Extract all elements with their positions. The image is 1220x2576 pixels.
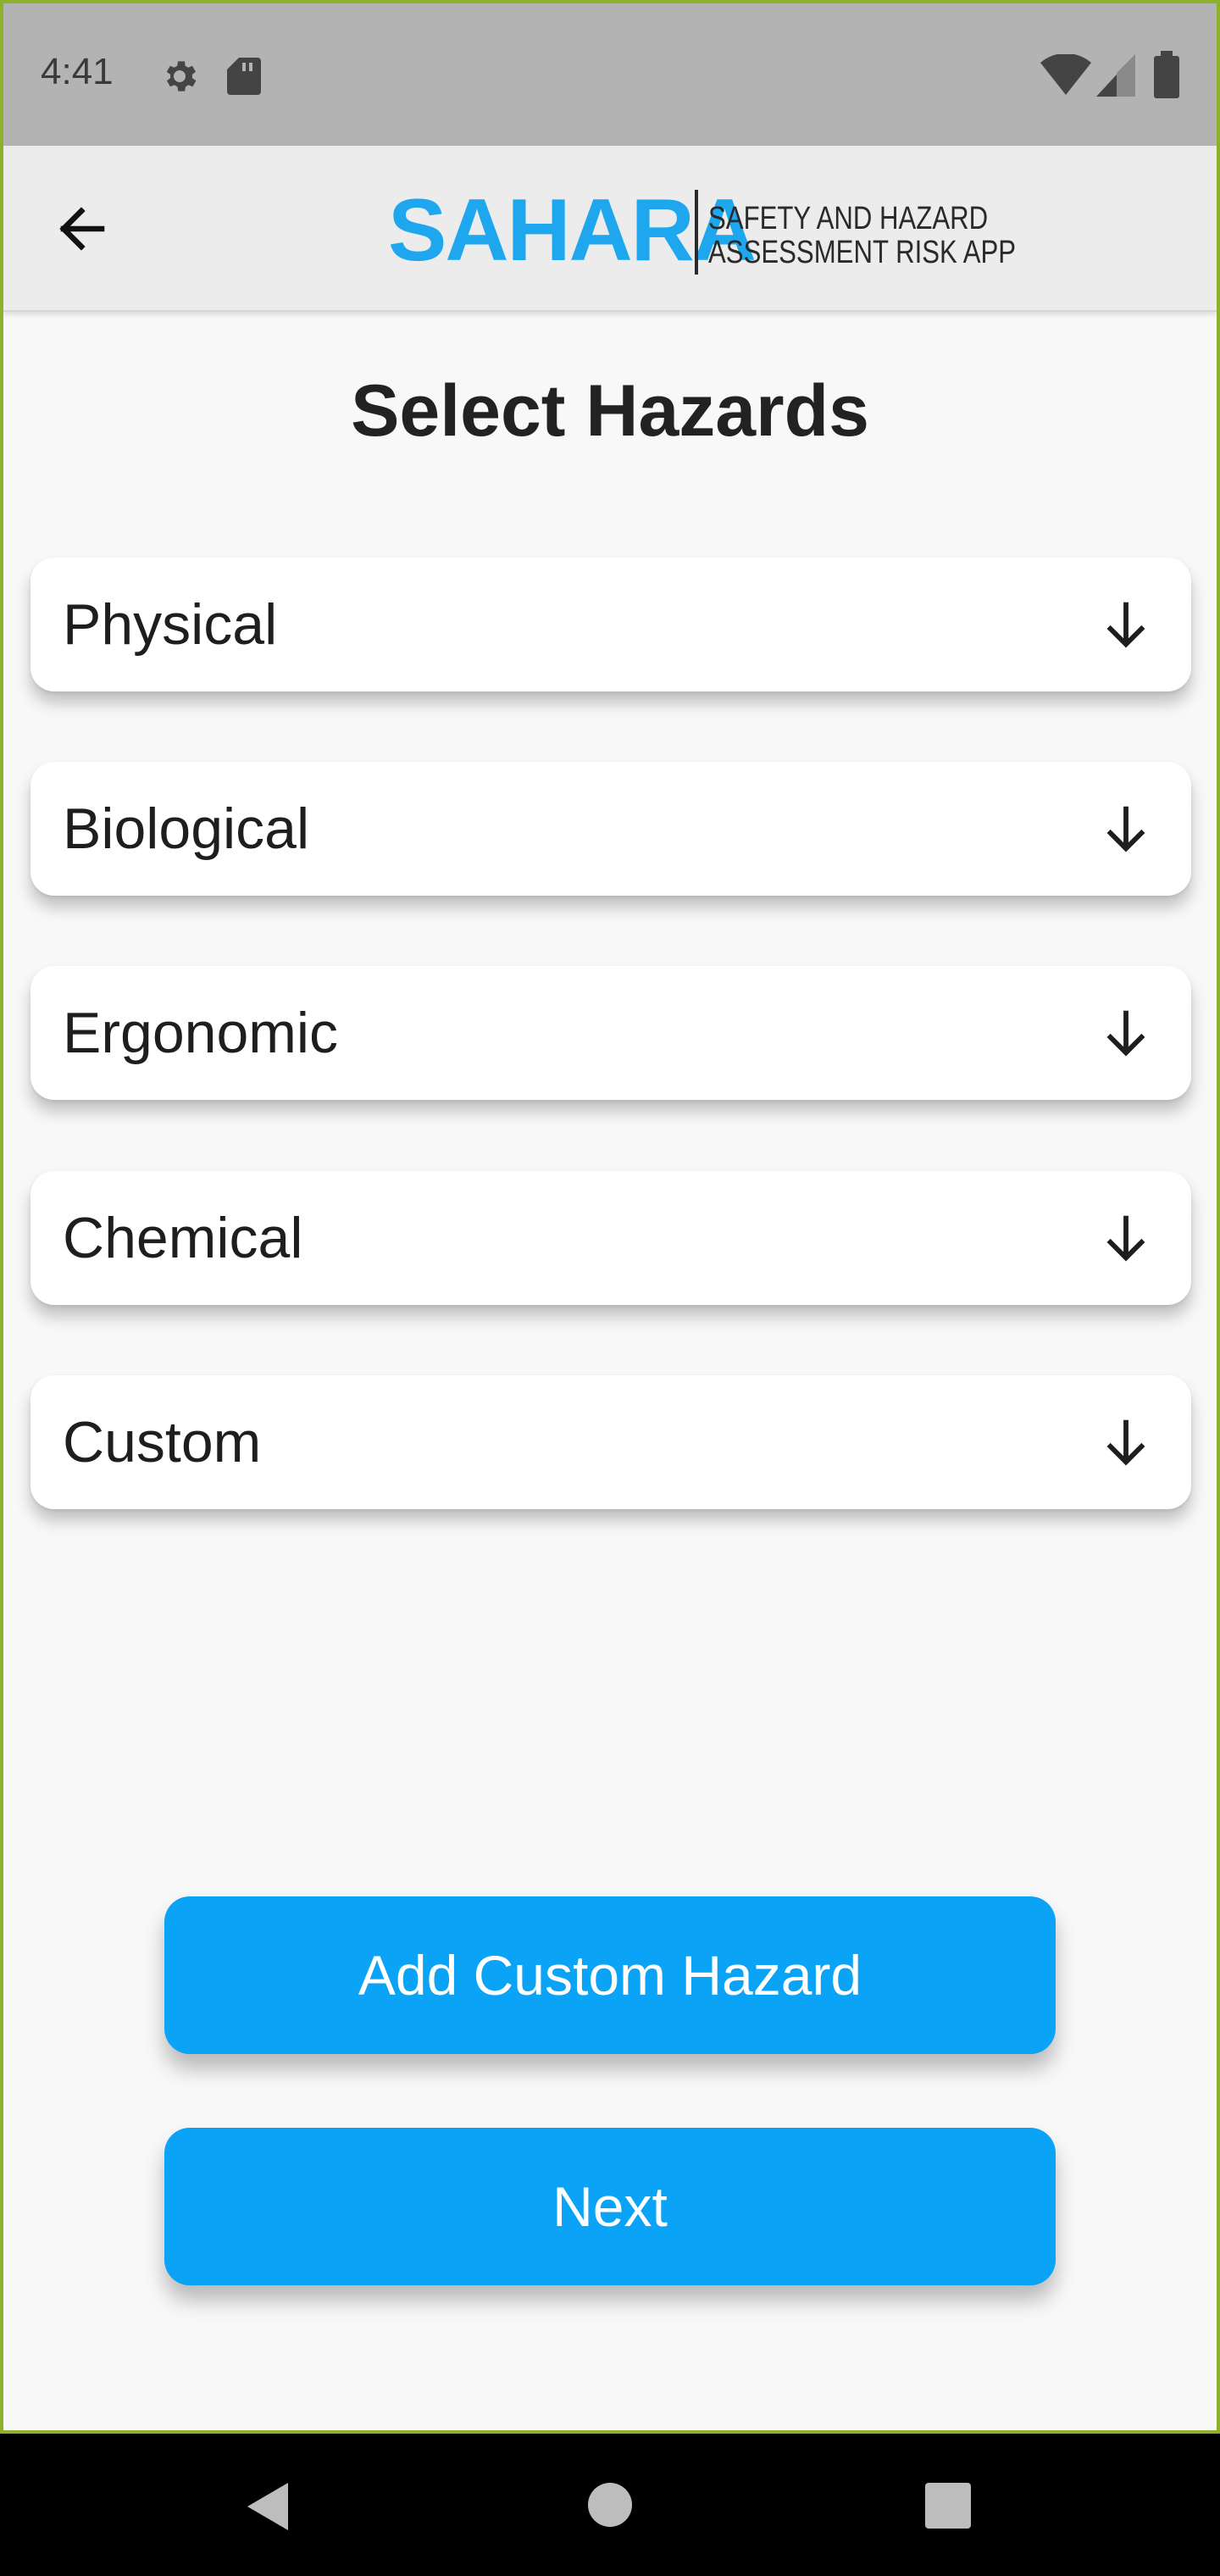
status-time: 4:41 (41, 51, 114, 92)
logo-tagline-line2: ASSESSMENT RISK APP (708, 235, 1017, 270)
category-biological[interactable]: Biological (30, 762, 1191, 896)
arrow-down-icon (1106, 1215, 1145, 1262)
recents-square-icon[interactable] (925, 2483, 971, 2529)
page-title: Select Hazards (351, 370, 869, 452)
signal-icon (1096, 54, 1135, 97)
system-nav-bar (0, 2434, 1220, 2576)
category-label: Chemical (63, 1206, 303, 1270)
arrow-down-icon (1106, 1010, 1145, 1057)
arrow-down-icon (1106, 1419, 1145, 1466)
logo-tagline-line1: SAFETY AND HAZARD (708, 201, 989, 236)
gear-icon (166, 61, 197, 92)
back-triangle-icon[interactable] (244, 2481, 291, 2532)
status-bar: 4:41 (3, 0, 1217, 146)
app-screen: 4:41 SAHARA SAFETY AND HAZARD ASSESSMENT… (3, 0, 1217, 2430)
category-label: Custom (63, 1410, 262, 1474)
arrow-down-icon (1106, 806, 1145, 852)
logo-wordmark: SAHARA (388, 181, 757, 280)
category-label: Physical (63, 592, 278, 657)
next-button[interactable]: Next (164, 2128, 1056, 2285)
logo-tagline: SAFETY AND HAZARD ASSESSMENT RISK APP (708, 202, 1016, 269)
app-header: SAHARA SAFETY AND HAZARD ASSESSMENT RISK… (3, 146, 1217, 312)
category-label: Ergonomic (63, 1001, 339, 1065)
wifi-icon (1040, 54, 1091, 95)
category-chemical[interactable]: Chemical (30, 1171, 1191, 1305)
category-physical[interactable]: Physical (30, 558, 1191, 691)
sd-card-icon (227, 58, 261, 95)
arrow-down-icon (1106, 602, 1145, 648)
home-circle-icon[interactable] (586, 2481, 634, 2529)
category-label: Biological (63, 797, 310, 861)
category-custom[interactable]: Custom (30, 1375, 1191, 1509)
arrow-left-icon[interactable] (51, 198, 112, 259)
category-ergonomic[interactable]: Ergonomic (30, 966, 1191, 1100)
sahara-logo: SAHARA SAFETY AND HAZARD ASSESSMENT RISK… (388, 171, 1023, 290)
add-custom-hazard-button[interactable]: Add Custom Hazard (164, 1896, 1056, 2054)
logo-divider (695, 190, 698, 275)
battery-icon (1154, 51, 1179, 98)
